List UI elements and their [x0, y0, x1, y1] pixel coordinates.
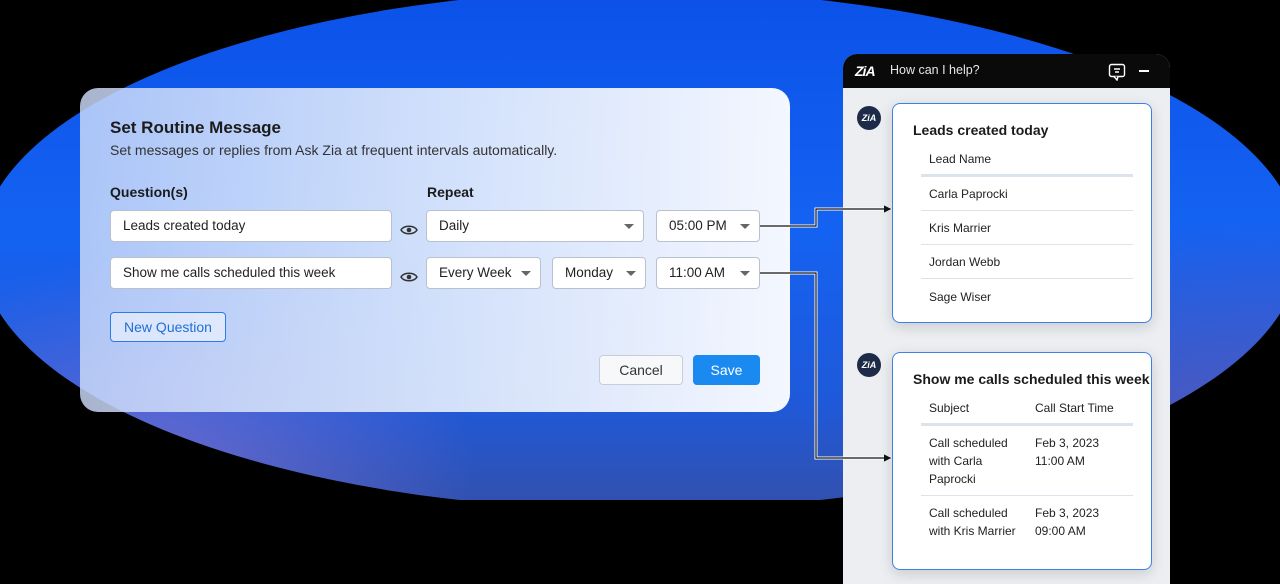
connector-lines: [760, 205, 892, 462]
